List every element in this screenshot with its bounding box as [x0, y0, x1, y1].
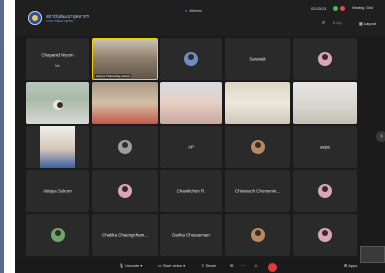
participant-tile[interactable] [293, 170, 357, 212]
bottom-toolbar: 🎙 Unmute ▾ ▭ Start video ▾ ⇧ Share ✉ ⋯ ☺ [15, 258, 385, 273]
participant-tile[interactable] [293, 214, 357, 256]
participant-tile[interactable] [225, 126, 290, 168]
participant-video[interactable] [225, 82, 290, 124]
participant-name: Chatika Chaengcham... [102, 232, 148, 238]
active-speaker-video[interactable]: Apinya Thanoshay (Host) [92, 38, 158, 80]
participant-tile[interactable]: Chayanid Niyom Me [26, 38, 89, 80]
participant-name: Darika Chusaeman [172, 232, 210, 238]
page-control[interactable]: 1 ◁ ▷ [333, 20, 357, 27]
search-icon[interactable]: ⌕ [322, 20, 329, 27]
participant-name: Saranak [249, 56, 266, 62]
reactions-icon[interactable]: ☺ [254, 263, 258, 268]
participant-avatar [118, 184, 132, 198]
participant-video[interactable] [26, 126, 89, 168]
connection-status-icon [333, 6, 338, 11]
end-call-button[interactable] [268, 263, 277, 272]
participant-tile[interactable]: Atitaya Sukorn [26, 170, 89, 212]
participant-avatar [318, 184, 332, 198]
host-window-edge [0, 0, 4, 273]
video-label: Apinya Thanoshay (Host) [95, 74, 131, 78]
participant-avatar [118, 140, 132, 154]
participant-tile[interactable] [92, 170, 158, 212]
participant-avatar [184, 52, 198, 66]
participant-name: Chiranuch Chomenin... [235, 188, 280, 194]
participant-tile[interactable] [92, 126, 158, 168]
recording-indicator-icon[interactable] [340, 6, 345, 11]
participant-tile[interactable]: Chiranuch Chomenin... [225, 170, 290, 212]
participant-tile[interactable] [26, 214, 89, 256]
participant-name: Chayanid Niyom [41, 52, 74, 58]
self-view-thumbnail[interactable] [360, 246, 385, 263]
participant-avatar [50, 228, 65, 242]
apps-button[interactable]: ⊞ Apps [344, 263, 357, 268]
next-page-arrow-icon[interactable]: › [376, 131, 385, 142]
layout-button[interactable]: Layout [359, 20, 376, 27]
organization-subtitle: กรมการพัฒนาชุมชน [46, 19, 74, 23]
participant-tile[interactable]: Chatika Chaengcham... [92, 214, 158, 256]
start-video-button[interactable]: ▭ Start video ▾ [158, 263, 185, 268]
unmute-button[interactable]: 🎙 Unmute ▾ [119, 263, 142, 268]
top-bar: สถาบันพัฒนาบุคลากร กรมการพัฒนาชุมชน Webe… [15, 0, 385, 36]
participant-name: Atitaya Sukorn [43, 188, 72, 194]
participant-name: Chanikchon R. [176, 188, 206, 194]
meeting-timer: 02:03:21 [311, 6, 327, 11]
participant-name: aepa [320, 144, 330, 150]
participant-tile[interactable]: aepa [293, 126, 357, 168]
participant-video[interactable] [160, 82, 222, 124]
participant-tile[interactable]: Darika Chusaeman [160, 214, 222, 256]
participant-tile[interactable]: Chanikchon R. [160, 170, 222, 212]
viewing-label[interactable]: Viewing: Grid [352, 6, 373, 10]
meeting-window: สถาบันพัฒนาบุคลากร กรมการพัฒนาชุมชน Webe… [15, 0, 385, 273]
screenshot-frame: สถาบันพัฒนาบุคลากร กรมการพัฒนาชุมชน Webe… [0, 0, 385, 273]
participant-tile[interactable] [225, 214, 290, 256]
participant-subtitle: Me [55, 64, 60, 69]
participant-video[interactable] [92, 82, 158, 124]
meeting-title: Webex [185, 8, 201, 13]
more-icon[interactable]: ⋯ [241, 263, 245, 268]
participant-avatar [318, 52, 332, 66]
participant-avatar [250, 228, 265, 242]
person-icon [52, 100, 63, 110]
participant-tile[interactable] [160, 38, 222, 80]
participant-video[interactable] [293, 82, 357, 124]
chat-icon[interactable]: ✉ [230, 263, 233, 268]
participant-tile[interactable] [293, 38, 357, 80]
participant-name: AP [188, 144, 194, 150]
organization-logo [28, 11, 42, 25]
participant-tile[interactable]: Saranak [225, 38, 290, 80]
share-button[interactable]: ⇧ Share [201, 263, 216, 268]
participant-video[interactable] [26, 82, 89, 124]
participant-avatar [250, 140, 265, 154]
participant-tile[interactable]: AP [160, 126, 222, 168]
participant-avatar [318, 228, 332, 242]
